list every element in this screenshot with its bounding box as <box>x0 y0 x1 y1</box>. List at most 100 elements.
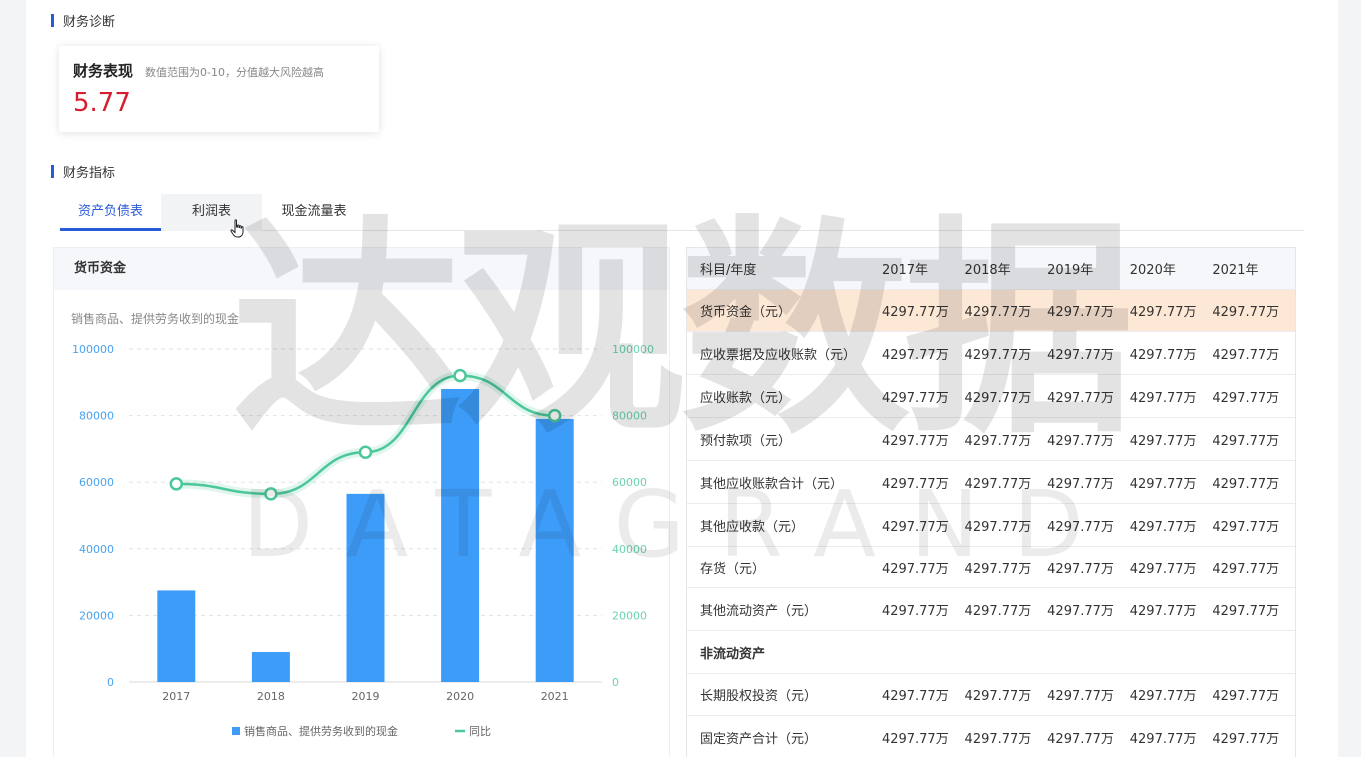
table-header-row: 科目/年度 2017年 2018年 2019年 2020年 2021年 <box>687 248 1295 290</box>
table-cell-value: 4297.77万 <box>1047 519 1114 535</box>
table-cell-value: 4297.77万 <box>1129 561 1197 577</box>
legend-bar-label: 销售商品、提供劳务收到的现金 <box>244 724 398 738</box>
table-row-label: 非流动资产 <box>700 646 766 662</box>
table-cell-value: 4297.77万 <box>1212 305 1280 320</box>
y-tick-label: 20000 <box>79 609 114 622</box>
score-card: 财务表现 数值范围为0-10，分值越大风险越高 5.77 <box>59 46 379 132</box>
tab-balance-sheet[interactable]: 资产负债表 <box>60 194 161 231</box>
table-cell-value: 4297.77万 <box>1047 603 1114 619</box>
table-cell-value: 4297.77万 <box>964 731 1032 747</box>
table-cell-value: 4297.77万 <box>964 476 1032 492</box>
table-cell-value: 4297.77万 <box>1047 561 1114 577</box>
section-title-text: 财务指标 <box>63 165 116 181</box>
line-point <box>547 408 562 423</box>
table-cell-value: 4297.77万 <box>964 347 1032 363</box>
table-cell-value: 4297.77万 <box>1129 433 1197 449</box>
table-cell-value: 4297.77万 <box>1129 476 1197 492</box>
y-tick-label: 0 <box>107 676 114 689</box>
table-cell-value: 4297.77万 <box>881 347 949 363</box>
y-tick-label: 40000 <box>79 543 114 556</box>
table-cell-value: 4297.77万 <box>881 433 949 449</box>
y-tick-label: 100000 <box>72 343 114 356</box>
section-marker <box>51 164 54 178</box>
line-point <box>264 487 278 501</box>
chart-svg: 销售商品、提供劳务收到的现金 0 0 20000 20000 40000 40000 6000… <box>71 311 654 738</box>
y2-tick-label: 60000 <box>612 476 647 489</box>
table-cell-value: 4297.77万 <box>1129 603 1197 619</box>
table-cell-value: 4297.77万 <box>1047 689 1114 704</box>
table-group-row: 非流动资产 <box>687 631 1295 674</box>
table-cell-value: 4297.77万 <box>964 433 1032 449</box>
table-cell-value: 4297.77万 <box>1212 603 1280 619</box>
table-cell-value: 4297.77万 <box>1047 731 1114 747</box>
statement-tabs: 资产负债表 利润表 现金流量表 <box>60 194 1304 231</box>
table-cell-value: 4297.77万 <box>881 519 949 535</box>
chart-panel: 货币资金 销售商品、提供劳务收到的现金 0 0 20000 20000 40000 4000… <box>53 247 670 757</box>
table-row-label: 预付款项（元） <box>700 433 792 449</box>
table-row-label: 其他应收账款合计（元） <box>700 476 844 492</box>
table-header-year: 2021年 <box>1212 263 1259 278</box>
bar <box>251 652 290 682</box>
table-cell-value: 4297.77万 <box>1129 731 1197 747</box>
table-row-label: 存货（元） <box>700 561 766 577</box>
y2-tick-label: 20000 <box>612 609 647 622</box>
table-row-label: 其他应收款（元） <box>700 519 805 535</box>
table-row: 固定资产合计（元） 4297.77万 4297.77万 4297.77万 4297.77… <box>687 716 1295 757</box>
tab-income-statement[interactable]: 利润表 <box>161 194 262 231</box>
table-cell-value: 4297.77万 <box>881 561 949 577</box>
line-point <box>453 368 467 383</box>
table-cell-value: 4297.77万 <box>1212 689 1280 704</box>
y2-tick-label: 80000 <box>612 410 647 423</box>
table-cell-value: 4297.77万 <box>881 390 949 406</box>
table-cell-value: 4297.77万 <box>964 519 1032 535</box>
section-title-text: 财务诊断 <box>63 14 116 30</box>
table-cell-value: 4297.77万 <box>1129 689 1197 704</box>
table-cell-value: 4297.77万 <box>881 731 949 747</box>
x-tick-label: 2018 <box>257 690 285 703</box>
tab-cash-flow[interactable]: 现金流量表 <box>262 194 366 231</box>
table-cell-value: 4297.77万 <box>1212 433 1280 449</box>
line-point <box>169 477 184 491</box>
table-cell-value: 4297.77万 <box>1047 347 1114 363</box>
section-title-diagnosis: 财务诊断 <box>51 12 116 30</box>
table-cell-value: 4297.77万 <box>881 476 949 492</box>
table-cell-value: 4297.77万 <box>964 305 1032 320</box>
table-cell-value: 4297.77万 <box>1129 519 1197 535</box>
x-tick-label: 2020 <box>446 690 474 703</box>
table-cell-value: 4297.77万 <box>1047 305 1114 320</box>
score-card-desc: 数值范围为0-10，分值越大风险越高 <box>145 66 324 79</box>
table-cell-value: 4297.77万 <box>1129 347 1197 363</box>
table-row: 应收账款（元） 4297.77万 4297.77万 4297.77万 4297.77万 4… <box>687 375 1295 418</box>
table-header-label: 科目/年度 <box>700 263 757 278</box>
table-cell-value: 4297.77万 <box>1212 731 1280 747</box>
chart-title: 销售商品、提供劳务收到的现金 <box>71 311 239 326</box>
y2-tick-label: 0 <box>612 676 619 689</box>
table-cell-value: 4297.77万 <box>881 603 949 619</box>
x-tick-label: 2021 <box>541 690 569 703</box>
table-cell-value: 4297.77万 <box>964 561 1032 577</box>
section-title-indicators: 财务指标 <box>51 163 116 181</box>
financial-table: 科目/年度 2017年 2018年 2019年 2020年 2021年 货币资金（元） 429… <box>686 247 1296 757</box>
table-row: 其他应收款（元） 4297.77万 4297.77万 4297.77万 4297.77万… <box>687 504 1295 547</box>
table-row-label: 长期股权投资（元） <box>700 689 818 704</box>
table-row: 预付款项（元） 4297.77万 4297.77万 4297.77万 4297.77万 4… <box>687 418 1295 461</box>
page: 财务诊断 财务表现 数值范围为0-10，分值越大风险越高 5.77 财务指标 资… <box>26 0 1338 757</box>
table-row-label: 应收账款（元） <box>700 390 792 406</box>
table-row: 货币资金（元） 4297.77万 4297.77万 4297.77万 4297.77万 4… <box>687 290 1295 332</box>
table-row-label: 固定资产合计（元） <box>700 731 818 747</box>
table-row-label: 应收票据及应收账款（元） <box>700 347 857 363</box>
table-cell-value: 4297.77万 <box>1212 347 1280 363</box>
y2-tick-label: 100000 <box>612 343 654 356</box>
table-cell-value: 4297.77万 <box>1129 390 1197 406</box>
y-tick-label: 60000 <box>79 476 114 489</box>
table-cell-value: 4297.77万 <box>1212 561 1280 577</box>
x-tick-label: 2019 <box>352 690 380 703</box>
hand-cursor-icon <box>230 219 244 238</box>
y-tick-label: 80000 <box>79 410 114 423</box>
score-card-title: 财务表现 <box>73 62 134 80</box>
table-cell-value: 4297.77万 <box>1212 519 1280 535</box>
legend-line-label: 同比 <box>469 725 491 738</box>
legend-bar-swatch <box>232 727 240 735</box>
table-row: 应收票据及应收账款（元） 4297.77万 4297.77万 4297.77万 4297… <box>687 332 1295 375</box>
table-cell-value: 4297.77万 <box>1212 390 1280 406</box>
